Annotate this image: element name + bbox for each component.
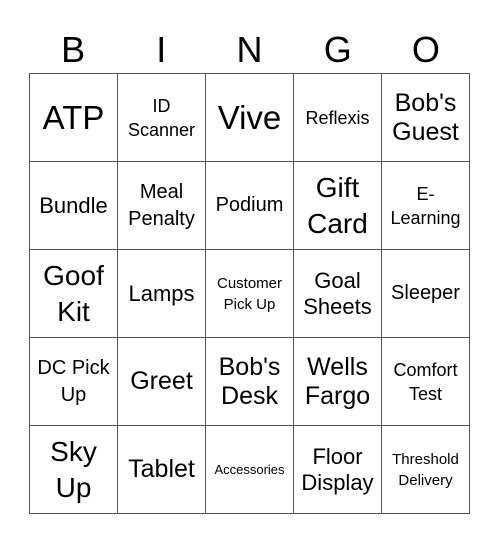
bingo-cell-label: Reflexis bbox=[305, 107, 370, 128]
bingo-cell-label: Gift Card bbox=[307, 171, 368, 239]
bingo-cell-label: Accessories bbox=[214, 461, 285, 477]
bingo-cell[interactable]: Vive bbox=[206, 74, 294, 162]
bingo-cell-label: Sky Up bbox=[50, 435, 97, 503]
bingo-cell-label: ATP bbox=[42, 98, 105, 136]
bingo-cell[interactable]: Goof Kit bbox=[30, 250, 118, 338]
header-letter-o: O bbox=[411, 29, 440, 70]
bingo-cell[interactable]: Sky Up bbox=[30, 426, 118, 514]
bingo-cell-label: Tablet bbox=[128, 455, 195, 483]
bingo-cell[interactable]: Wells Fargo bbox=[294, 338, 382, 426]
bingo-cell-label: Threshold Delivery bbox=[392, 450, 459, 489]
header-letter-g: G bbox=[323, 29, 352, 70]
bingo-cell-label: Bob's Desk bbox=[218, 352, 281, 410]
bingo-header: B I N G O bbox=[29, 28, 470, 72]
bingo-cell[interactable]: Sleeper bbox=[382, 250, 470, 338]
bingo-cell[interactable]: Tablet bbox=[118, 426, 206, 514]
bingo-cell-label: Wells Fargo bbox=[304, 352, 371, 410]
header-letter-i: I bbox=[156, 29, 167, 70]
bingo-cell-label: DC Pick Up bbox=[37, 356, 110, 406]
bingo-cell-label: Goof Kit bbox=[43, 259, 104, 327]
bingo-cell-label: Podium bbox=[215, 194, 284, 216]
bingo-cell[interactable]: DC Pick Up bbox=[30, 338, 118, 426]
bingo-cell[interactable]: Bob's Guest bbox=[382, 74, 470, 162]
bingo-cell[interactable]: Customer Pick Up bbox=[206, 250, 294, 338]
bingo-cell[interactable]: Lamps bbox=[118, 250, 206, 338]
bingo-cell-label: Customer Pick Up bbox=[216, 274, 283, 313]
bingo-cell-label: Lamps bbox=[128, 280, 195, 306]
bingo-cell[interactable]: Reflexis bbox=[294, 74, 382, 162]
bingo-cell[interactable]: Threshold Delivery bbox=[382, 426, 470, 514]
bingo-cell[interactable]: Accessories bbox=[206, 426, 294, 514]
bingo-cell-label: Greet bbox=[130, 367, 193, 395]
bingo-cell[interactable]: E-Learning bbox=[382, 162, 470, 250]
bingo-cell-label: Vive bbox=[217, 98, 282, 136]
bingo-cell-label: Comfort Test bbox=[393, 359, 458, 404]
bingo-cell[interactable]: ATP bbox=[30, 74, 118, 162]
bingo-cell[interactable]: Bob's Desk bbox=[206, 338, 294, 426]
bingo-cell-label: Bob's Guest bbox=[392, 88, 459, 146]
bingo-cell[interactable]: ID Scanner bbox=[118, 74, 206, 162]
bingo-cell[interactable]: Bundle bbox=[30, 162, 118, 250]
bingo-cell[interactable]: Podium bbox=[206, 162, 294, 250]
bingo-cell[interactable]: Comfort Test bbox=[382, 338, 470, 426]
bingo-cell-label: ID Scanner bbox=[127, 95, 196, 140]
bingo-cell-label: Sleeper bbox=[391, 282, 460, 304]
bingo-cell-label: Floor Display bbox=[301, 443, 374, 495]
bingo-cell[interactable]: Goal Sheets bbox=[294, 250, 382, 338]
bingo-cell-label: Goal Sheets bbox=[303, 267, 372, 319]
bingo-cell[interactable]: Gift Card bbox=[294, 162, 382, 250]
bingo-cell[interactable]: Floor Display bbox=[294, 426, 382, 514]
bingo-cell-label: Bundle bbox=[39, 192, 108, 218]
bingo-cell[interactable]: Meal Penalty bbox=[118, 162, 206, 250]
bingo-cell-label: Meal Penalty bbox=[128, 180, 195, 230]
header-letter-b: B bbox=[61, 29, 86, 70]
header-letter-n: N bbox=[236, 29, 263, 70]
bingo-grid: ATP ID Scanner Vive Reflexis Bob's Guest Bund… bbox=[29, 73, 470, 514]
bingo-cell-label: E-Learning bbox=[390, 183, 461, 228]
bingo-cell[interactable]: Greet bbox=[118, 338, 206, 426]
